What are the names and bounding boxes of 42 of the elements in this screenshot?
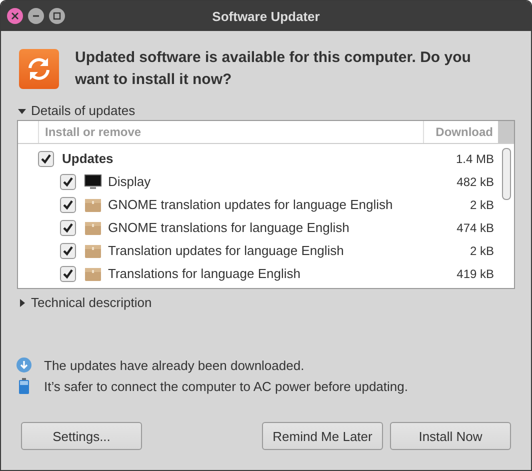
update-icon <box>19 49 59 89</box>
install-button[interactable]: Install Now <box>390 422 511 450</box>
details-expander[interactable]: Details of updates <box>17 103 136 118</box>
download-size: 1.4 MB <box>456 152 494 166</box>
minimize-button[interactable] <box>28 8 44 24</box>
remind-later-button[interactable]: Remind Me Later <box>262 422 383 450</box>
package-icon <box>84 266 102 282</box>
download-size: 474 kB <box>456 220 494 234</box>
download-size: 2 kB <box>470 198 494 212</box>
download-size: 419 kB <box>456 266 494 280</box>
technical-expander[interactable]: Technical description <box>17 295 152 310</box>
checkbox[interactable] <box>60 196 76 212</box>
collapsed-triangle-icon <box>17 298 27 308</box>
close-icon <box>11 12 19 20</box>
checkbox[interactable] <box>60 220 76 236</box>
download-icon <box>16 357 32 373</box>
group-name: Updates <box>62 151 114 166</box>
checkbox[interactable] <box>60 174 76 190</box>
checkbox[interactable] <box>60 266 76 282</box>
monitor-icon <box>84 174 102 190</box>
package-icon <box>84 196 102 212</box>
update-name: GNOME translations for language English <box>108 220 350 235</box>
battery-icon <box>16 378 32 394</box>
maximize-button[interactable] <box>49 8 65 24</box>
update-name: Translation updates for language English <box>108 243 344 258</box>
update-name: Display <box>108 174 151 189</box>
checkbox[interactable] <box>38 150 54 166</box>
settings-button[interactable]: Settings... <box>21 422 142 450</box>
close-button[interactable] <box>7 8 23 24</box>
notice-text: It’s safer to connect the computer to AC power before updating. <box>44 378 408 394</box>
package-icon <box>84 220 102 236</box>
headline: Updated software is available for this computer. Do you want to install it now? <box>75 48 472 90</box>
window-title: Software Updater <box>212 8 320 24</box>
download-size: 482 kB <box>456 174 494 188</box>
package-icon <box>84 242 102 258</box>
download-size: 2 kB <box>470 244 494 258</box>
update-name: Translations for language English <box>108 266 300 281</box>
notice-text: The updates have already been downloaded. <box>44 358 304 372</box>
checkbox[interactable] <box>60 242 76 258</box>
maximize-icon <box>53 12 61 20</box>
scrollbar-thumb[interactable] <box>502 148 510 200</box>
update-name: GNOME translation updates for language English <box>108 197 393 212</box>
